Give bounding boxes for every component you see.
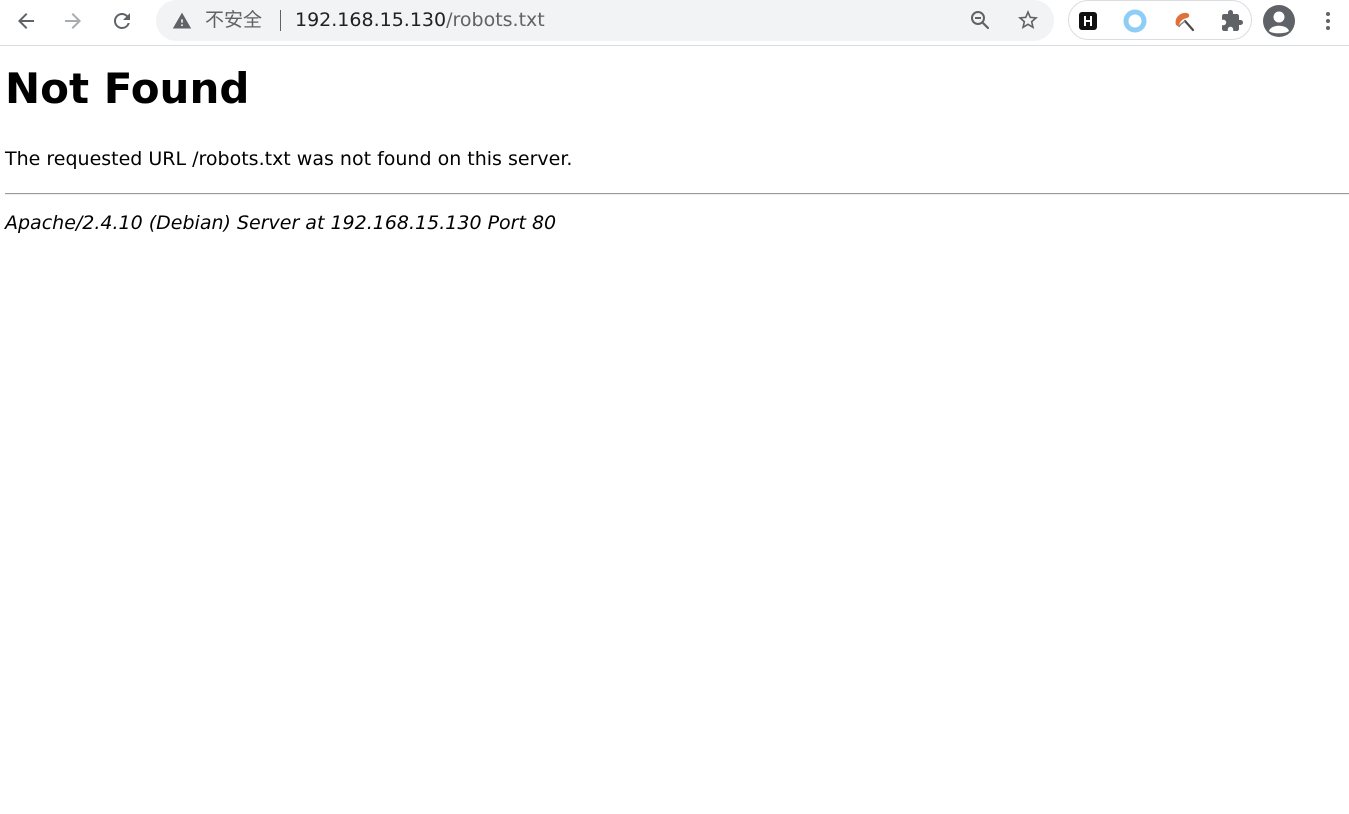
- extension-ring-button[interactable]: [1118, 4, 1152, 38]
- browser-menu-button[interactable]: [1311, 4, 1345, 38]
- browser-toolbar: 不安全 192.168.15.130/robots.txt: [0, 0, 1349, 46]
- page-title: Not Found: [5, 64, 250, 113]
- divider: [5, 193, 1349, 195]
- arrow-left-icon: [18, 13, 34, 29]
- url-host: 192.168.15.130: [295, 9, 447, 31]
- url-text[interactable]: 192.168.15.130/robots.txt: [295, 9, 545, 31]
- puzzle-extensions-icon: [1222, 10, 1243, 31]
- kebab-menu-icon: [1326, 12, 1330, 30]
- extension-h-button[interactable]: [1071, 4, 1105, 38]
- bookmark-button[interactable]: [1011, 3, 1045, 37]
- extensions-button[interactable]: [1215, 4, 1249, 38]
- omnibox-divider: [280, 10, 281, 31]
- profile-avatar-icon: [1263, 5, 1295, 37]
- ring-extension-icon: [1123, 9, 1147, 33]
- url-path: /robots.txt: [446, 9, 545, 31]
- server-signature: Apache/2.4.10 (Debian) Server at 192.168…: [5, 212, 557, 234]
- zoom-out-icon: [971, 11, 990, 30]
- star-icon: [1018, 10, 1038, 29]
- zoom-button[interactable]: [963, 3, 997, 37]
- warning-triangle-icon[interactable]: [172, 11, 192, 31]
- address-bar[interactable]: 不安全 192.168.15.130/robots.txt: [156, 0, 1054, 41]
- back-button[interactable]: [9, 4, 43, 38]
- security-status-label[interactable]: 不安全: [205, 9, 262, 31]
- page-content: Not Found The requested URL /robots.txt …: [0, 47, 1349, 814]
- forward-button[interactable]: [56, 4, 90, 38]
- extension-brush-button[interactable]: [1167, 4, 1201, 38]
- reload-button[interactable]: [105, 4, 139, 38]
- reload-icon: [114, 12, 130, 29]
- brush-extension-icon: [1175, 12, 1195, 32]
- arrow-right-icon: [65, 13, 81, 29]
- profile-button[interactable]: [1262, 4, 1296, 38]
- h-extension-icon: [1079, 12, 1097, 30]
- error-message: The requested URL /robots.txt was not fo…: [5, 148, 573, 170]
